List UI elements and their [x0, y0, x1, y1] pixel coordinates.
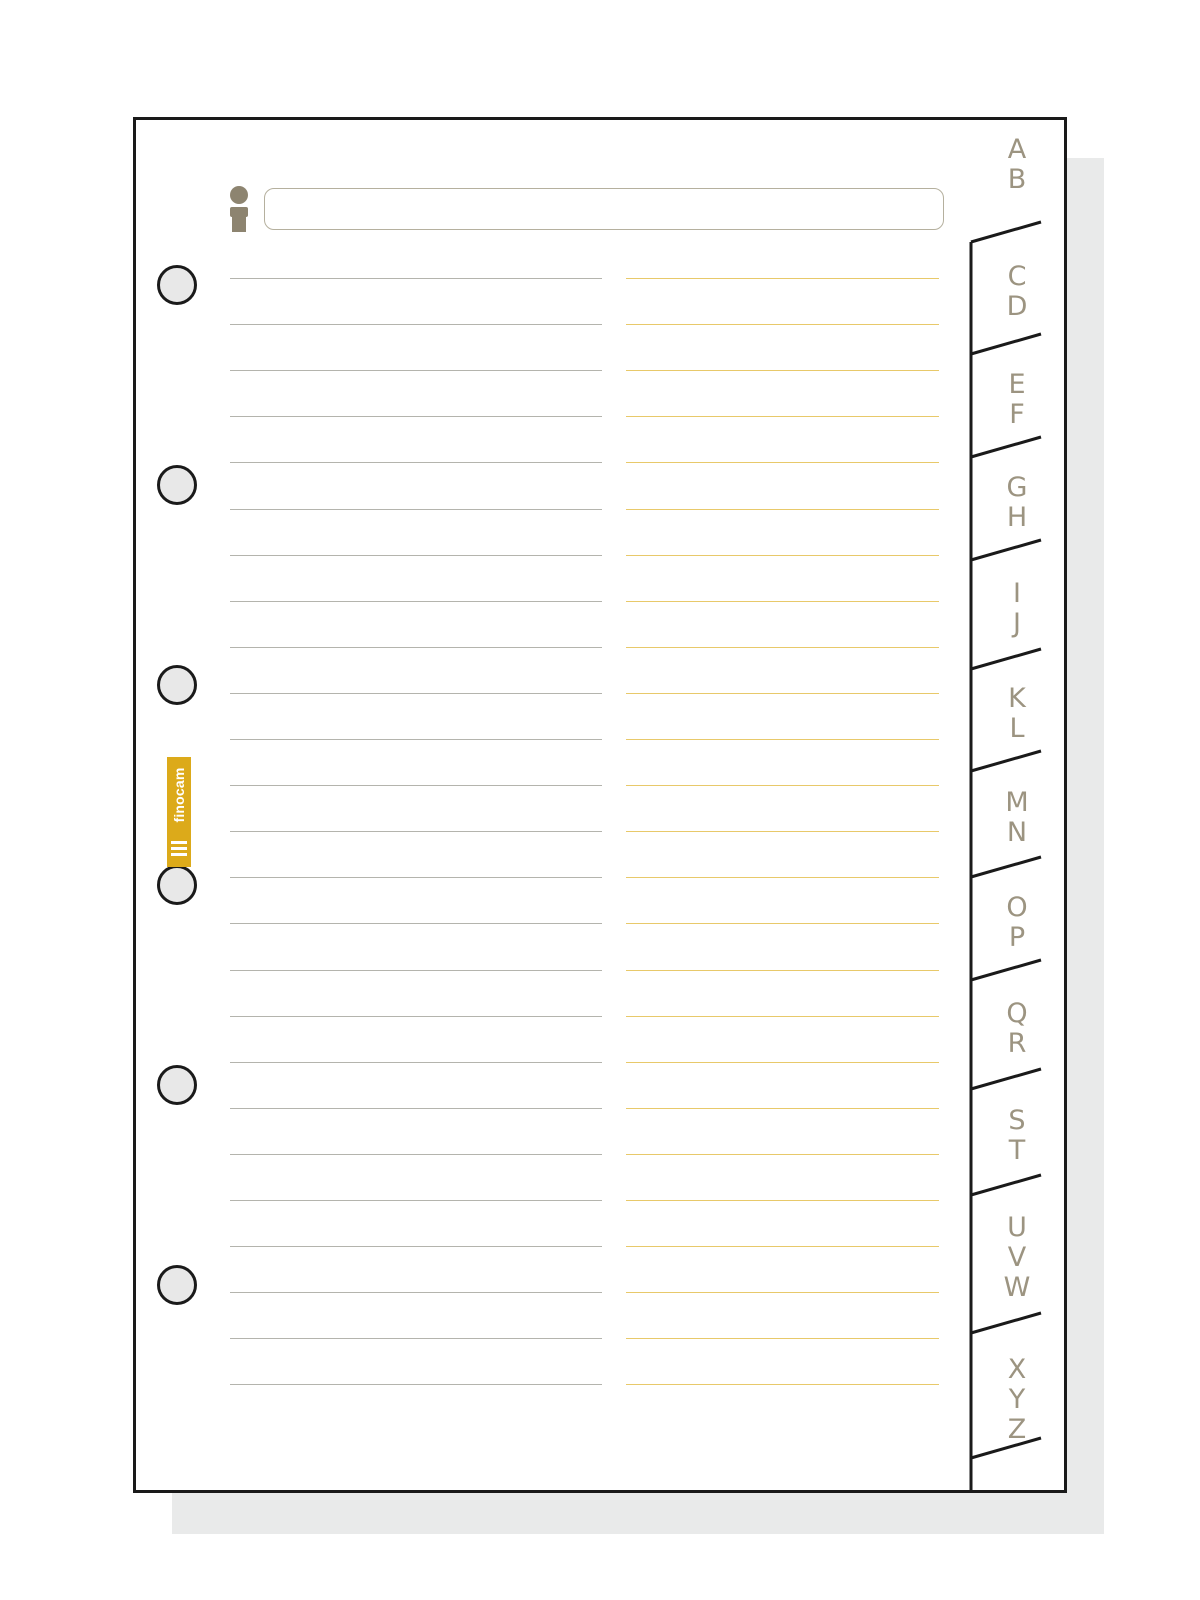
tab-letter: E	[1008, 369, 1026, 400]
alphabet-tab[interactable]: XYZ	[990, 1355, 1044, 1445]
tab-letter: P	[1008, 922, 1026, 953]
tab-letter: S	[1008, 1105, 1026, 1136]
alphabet-tab[interactable]: AB	[990, 135, 1044, 195]
tab-letter: V	[1007, 1242, 1027, 1273]
tab-letter: Y	[1008, 1384, 1026, 1415]
alphabet-tab[interactable]: GH	[990, 473, 1044, 533]
address-book-sheet: finocam ABCDEFGHIJKLMNOPQRSTUVWXYZ	[133, 117, 1067, 1493]
tab-letter: C	[1007, 261, 1027, 292]
tab-letter: W	[1003, 1272, 1031, 1303]
tab-letter: B	[1007, 164, 1027, 195]
tab-letter: L	[1009, 713, 1025, 744]
tab-letter: R	[1007, 1028, 1027, 1059]
tab-letter: Z	[1007, 1414, 1027, 1445]
tab-letter: N	[1006, 817, 1028, 848]
alphabet-tab[interactable]: UVW	[990, 1213, 1044, 1303]
alphabet-tab[interactable]: IJ	[990, 579, 1044, 639]
tab-letter: T	[1008, 1135, 1026, 1166]
alphabet-tab[interactable]: MN	[990, 788, 1044, 848]
tab-letter: A	[1007, 134, 1027, 165]
alphabet-tab[interactable]: OP	[990, 893, 1044, 953]
tab-letter: K	[1008, 683, 1026, 714]
tab-letter: G	[1006, 472, 1028, 503]
alphabet-tab[interactable]: EF	[990, 370, 1044, 430]
alphabet-tab[interactable]: ST	[990, 1106, 1044, 1166]
tab-letter: O	[1006, 892, 1028, 923]
tab-letter: J	[1013, 608, 1021, 639]
alphabet-tab[interactable]: QR	[990, 999, 1044, 1059]
tab-letter: H	[1006, 502, 1028, 533]
tab-letter: I	[1013, 578, 1021, 609]
tab-letter: F	[1009, 399, 1025, 430]
tab-letter: U	[1007, 1212, 1027, 1243]
tab-letter: X	[1007, 1354, 1027, 1385]
tab-letter: D	[1006, 291, 1028, 322]
tab-letter: M	[1005, 787, 1029, 818]
alphabet-tab-edges	[969, 220, 1042, 1490]
alphabet-tab[interactable]: KL	[990, 684, 1044, 744]
alphabet-tab[interactable]: CD	[990, 262, 1044, 322]
tab-letter: Q	[1006, 998, 1028, 1029]
